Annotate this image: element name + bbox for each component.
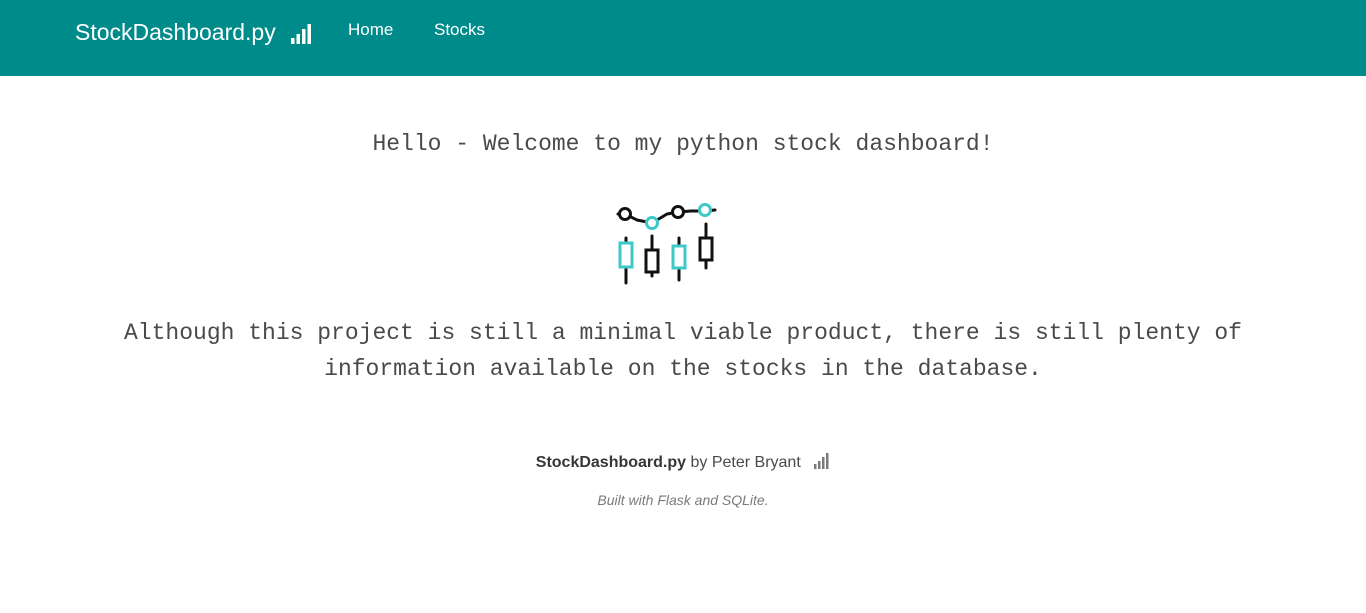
footer-by-text: by Peter Bryant xyxy=(690,454,801,471)
brand-link[interactable]: StockDashboard.py xyxy=(75,16,312,48)
nav-link-home[interactable]: Home xyxy=(348,19,393,41)
candlestick-chart-icon xyxy=(610,198,722,288)
footer-credit: StockDashboard.py by Peter Bryant xyxy=(0,452,1366,474)
navbar: StockDashboard.py Home Stocks xyxy=(0,0,1366,76)
page-description: Although this project is still a minimal… xyxy=(124,320,1242,382)
footer-note: Built with Flask and SQLite. xyxy=(597,492,769,508)
nav-link-stocks[interactable]: Stocks xyxy=(434,19,485,41)
brand-label: StockDashboard.py xyxy=(75,19,276,45)
footer-app-name: StockDashboard.py xyxy=(535,454,687,471)
signal-bars-icon xyxy=(290,21,312,44)
signal-bars-icon xyxy=(813,452,830,469)
page-title: Hello - Welcome to my python stock dashb… xyxy=(372,131,994,157)
